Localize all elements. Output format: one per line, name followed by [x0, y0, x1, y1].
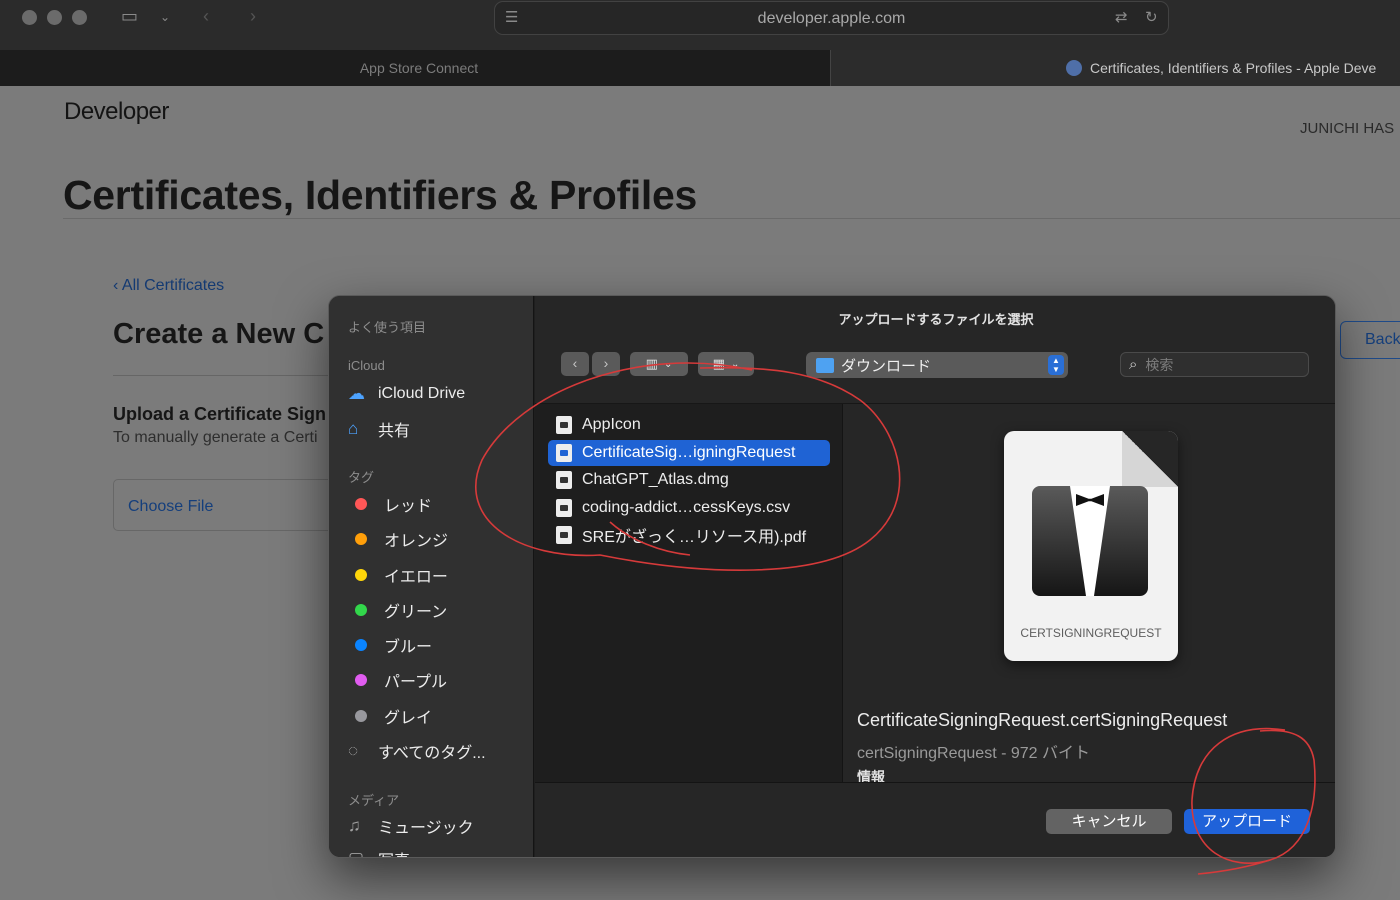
document-type-label: CERTSIGNINGREQUEST [1020, 626, 1162, 640]
certificate-document-icon: CERTSIGNINGREQUEST [1004, 431, 1178, 661]
sidebar-all-tags[interactable]: ◌ すべてのタグ... [348, 739, 486, 763]
upload-description: To manually generate a Certi [113, 429, 318, 446]
preview-metadata: certSigningRequest - 972 バイト [857, 745, 1091, 762]
disk-image-icon [556, 471, 572, 489]
back-button[interactable]: Back [1340, 321, 1400, 359]
green-tag-icon [355, 604, 367, 616]
photos-icon: ▢ [348, 849, 378, 857]
sidebar-tag-gray[interactable]: グレイ [348, 704, 432, 728]
shared-folder-icon: ⌂ [348, 419, 359, 438]
preview-pane: CERTSIGNINGREQUEST CertificateSigningReq… [844, 404, 1335, 782]
grid-icon: ▦ [712, 356, 725, 371]
sidebar-tag-yellow[interactable]: イエロー [348, 563, 448, 587]
purple-tag-icon [355, 674, 367, 686]
dialog-title: アップロードするファイルを選択 [838, 312, 1034, 327]
sidebar-tag-orange[interactable]: オレンジ [348, 527, 448, 551]
upload-title: Upload a Certificate Sign [113, 404, 327, 424]
url-text: developer.apple.com [757, 10, 906, 27]
preview-filename: CertificateSigningRequest.certSigningReq… [857, 710, 1228, 730]
minimize-window-button[interactable] [47, 10, 62, 25]
favorites-header: よく使う項目 [348, 320, 427, 335]
breadcrumb-all-certificates[interactable]: ‹ All Certificates [113, 277, 224, 295]
file-list-column: AppIcon CertificateSig…igningRequest Cha… [535, 404, 843, 782]
translate-icon[interactable]: ⇄ [1115, 8, 1128, 26]
sidebar-toggle-icon[interactable]: ▭ [121, 6, 138, 27]
sidebar-item-icloud-drive[interactable]: ☁ iCloud Drive [348, 382, 465, 406]
sidebar-tag-green[interactable]: グリーン [348, 598, 447, 622]
orange-tag-icon [355, 533, 367, 545]
forward-arrow-icon[interactable]: › [250, 6, 256, 27]
sidebar-item-shared[interactable]: ⌂ 共有 [348, 417, 410, 441]
search-field[interactable]: ⌕ 検索 [1120, 352, 1309, 377]
tab-app-store-connect[interactable]: App Store Connect [0, 50, 830, 86]
file-row-appicon[interactable]: AppIcon [548, 412, 830, 438]
cancel-button[interactable]: キャンセル [1046, 809, 1172, 834]
user-name[interactable]: JUNICHI HAS [1300, 120, 1394, 137]
document-icon [556, 499, 572, 517]
updown-chevron-icon: ▲ ▼ [1048, 355, 1064, 375]
blue-tag-icon [355, 639, 367, 651]
sidebar-tag-blue[interactable]: ブルー [348, 633, 432, 657]
chevron-down-icon[interactable]: ⌄ [160, 10, 170, 24]
divider [113, 375, 333, 376]
certificate-file-icon [556, 444, 572, 462]
music-note-icon: ♫ [348, 816, 361, 835]
dialog-sidebar: よく使う項目 iCloud ☁ iCloud Drive ⌂ 共有 タグ レッド… [329, 296, 534, 857]
sidebar-item-music[interactable]: ♫ ミュージック [348, 814, 474, 838]
downloads-folder-icon [816, 357, 834, 373]
back-arrow-icon[interactable]: ‹ [203, 6, 209, 27]
sidebar-tag-red[interactable]: レッド [348, 492, 432, 516]
forward-nav-button[interactable]: › [592, 352, 620, 376]
back-nav-button[interactable]: ‹ [561, 352, 589, 376]
sidebar-tag-purple[interactable]: パープル [348, 668, 447, 692]
tuxedo-icon [1032, 486, 1148, 596]
zoom-window-button[interactable] [72, 10, 87, 25]
chevron-down-icon: ⌄ [730, 358, 740, 370]
page-title: Certificates, Identifiers & Profiles [63, 172, 698, 218]
reload-icon[interactable]: ↻ [1145, 8, 1158, 26]
yellow-tag-icon [355, 569, 367, 581]
icloud-header: iCloud [348, 358, 385, 373]
chevron-left-icon: ‹ [572, 355, 578, 371]
browser-titlebar: ▭ ⌄ ‹ › ☰ developer.apple.com ⇄ ↻ [0, 0, 1400, 50]
sidebar-item-photos[interactable]: ▢ 写真 [348, 847, 410, 857]
tag-outline-icon: ◌ [348, 741, 359, 760]
file-row-access-keys-csv[interactable]: coding-addict…cessKeys.csv [548, 495, 830, 521]
divider [63, 218, 1400, 219]
file-row-chatgpt-atlas[interactable]: ChatGPT_Atlas.dmg [548, 467, 830, 493]
address-bar[interactable]: ☰ developer.apple.com ⇄ ↻ [494, 1, 1169, 35]
tab-certificates[interactable]: Certificates, Identifiers & Profiles - A… [830, 50, 1400, 86]
red-tag-icon [355, 498, 367, 510]
cloud-icon: ☁ [348, 384, 365, 403]
chevron-right-icon: › [603, 355, 609, 371]
tab-bar: App Store Connect Certificates, Identifi… [0, 50, 1400, 86]
column-view-button[interactable]: ▥ ⌄ [630, 352, 688, 376]
developer-logo[interactable]: Developer [64, 98, 169, 126]
preview-info-header: 情報 [857, 769, 885, 782]
gray-tag-icon [355, 710, 367, 722]
dialog-footer: キャンセル アップロード [535, 782, 1335, 857]
group-view-button[interactable]: ▦ ⌄ [698, 352, 754, 376]
search-icon: ⌕ [1129, 356, 1138, 373]
file-open-dialog: よく使う項目 iCloud ☁ iCloud Drive ⌂ 共有 タグ レッド… [328, 295, 1336, 858]
file-row-sre-pdf[interactable]: SREがざっく…リソース用).pdf [548, 522, 830, 548]
file-row-certificate-signing-request[interactable]: CertificateSig…igningRequest [548, 440, 830, 466]
choose-file-button[interactable]: Choose File [113, 479, 343, 531]
section-heading: Create a New C [113, 318, 325, 350]
close-window-button[interactable] [22, 10, 37, 25]
apple-developer-favicon-icon [1066, 60, 1082, 76]
file-icon [556, 416, 572, 434]
upload-button[interactable]: アップロード [1184, 809, 1310, 834]
columns-icon: ▥ [645, 356, 658, 371]
location-popup[interactable]: ダウンロード ▲ ▼ [806, 352, 1068, 378]
pdf-icon [556, 526, 572, 544]
media-header: メディア [348, 793, 400, 808]
tags-header: タグ [348, 470, 375, 485]
dialog-main: アップロードするファイルを選択 ‹ › ▥ ⌄ ▦ ⌄ ダウンロード ▲ ▼ ⌕ 検索… [535, 296, 1335, 857]
chevron-down-icon: ⌄ [663, 358, 673, 370]
